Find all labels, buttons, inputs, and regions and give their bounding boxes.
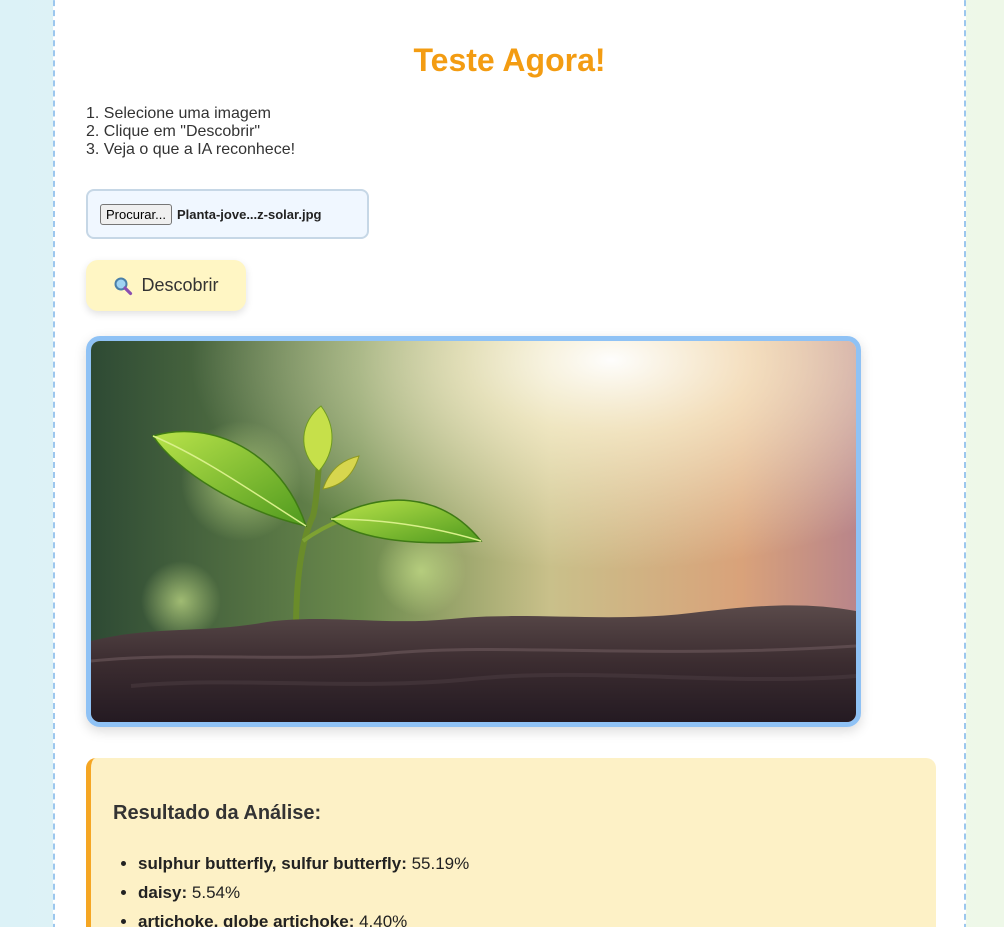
result-value: 5.54% <box>191 883 241 902</box>
result-item: daisy: 5.54% <box>138 878 469 907</box>
discover-button-label: Descobrir <box>141 275 219 295</box>
result-label: artichoke, globe artichoke <box>138 912 349 927</box>
selected-file-name: Planta-jove...z-solar.jpg <box>176 206 322 222</box>
result-title: Resultado da Análise: <box>113 802 322 824</box>
plant-photo <box>91 341 856 722</box>
file-input[interactable]: Procurar... Planta-jove...z-solar.jpg <box>86 189 369 239</box>
result-label: sulphur butterfly, sulfur butterfly <box>138 854 402 873</box>
result-item: artichoke, globe artichoke: 4.40% <box>138 907 469 927</box>
result-value: 4.40% <box>359 912 408 927</box>
magnifier-icon <box>113 276 133 296</box>
browse-button[interactable]: Procurar... <box>100 203 172 225</box>
main-card: Teste Agora! 1. Selecione uma imagem 2. … <box>53 0 966 927</box>
result-list: sulphur butterfly, sulfur butterfly: 55.… <box>138 849 469 927</box>
step-item: 1. Selecione uma imagem <box>86 105 271 122</box>
result-label: daisy <box>138 883 182 902</box>
analysis-result: Resultado da Análise: sulphur butterfly,… <box>86 758 936 927</box>
result-item: sulphur butterfly, sulfur butterfly: 55.… <box>138 849 469 878</box>
page-title: Teste Agora! <box>413 42 606 78</box>
result-value: 55.19% <box>411 854 470 873</box>
discover-button[interactable]: Descobrir <box>86 260 246 311</box>
step-item: 2. Clique em "Descobrir" <box>86 123 261 140</box>
step-item: 3. Veja o que a IA reconhece! <box>86 141 296 158</box>
image-preview <box>86 336 861 727</box>
steps-list: 1. Selecione uma imagem 2. Clique em "De… <box>86 105 295 159</box>
